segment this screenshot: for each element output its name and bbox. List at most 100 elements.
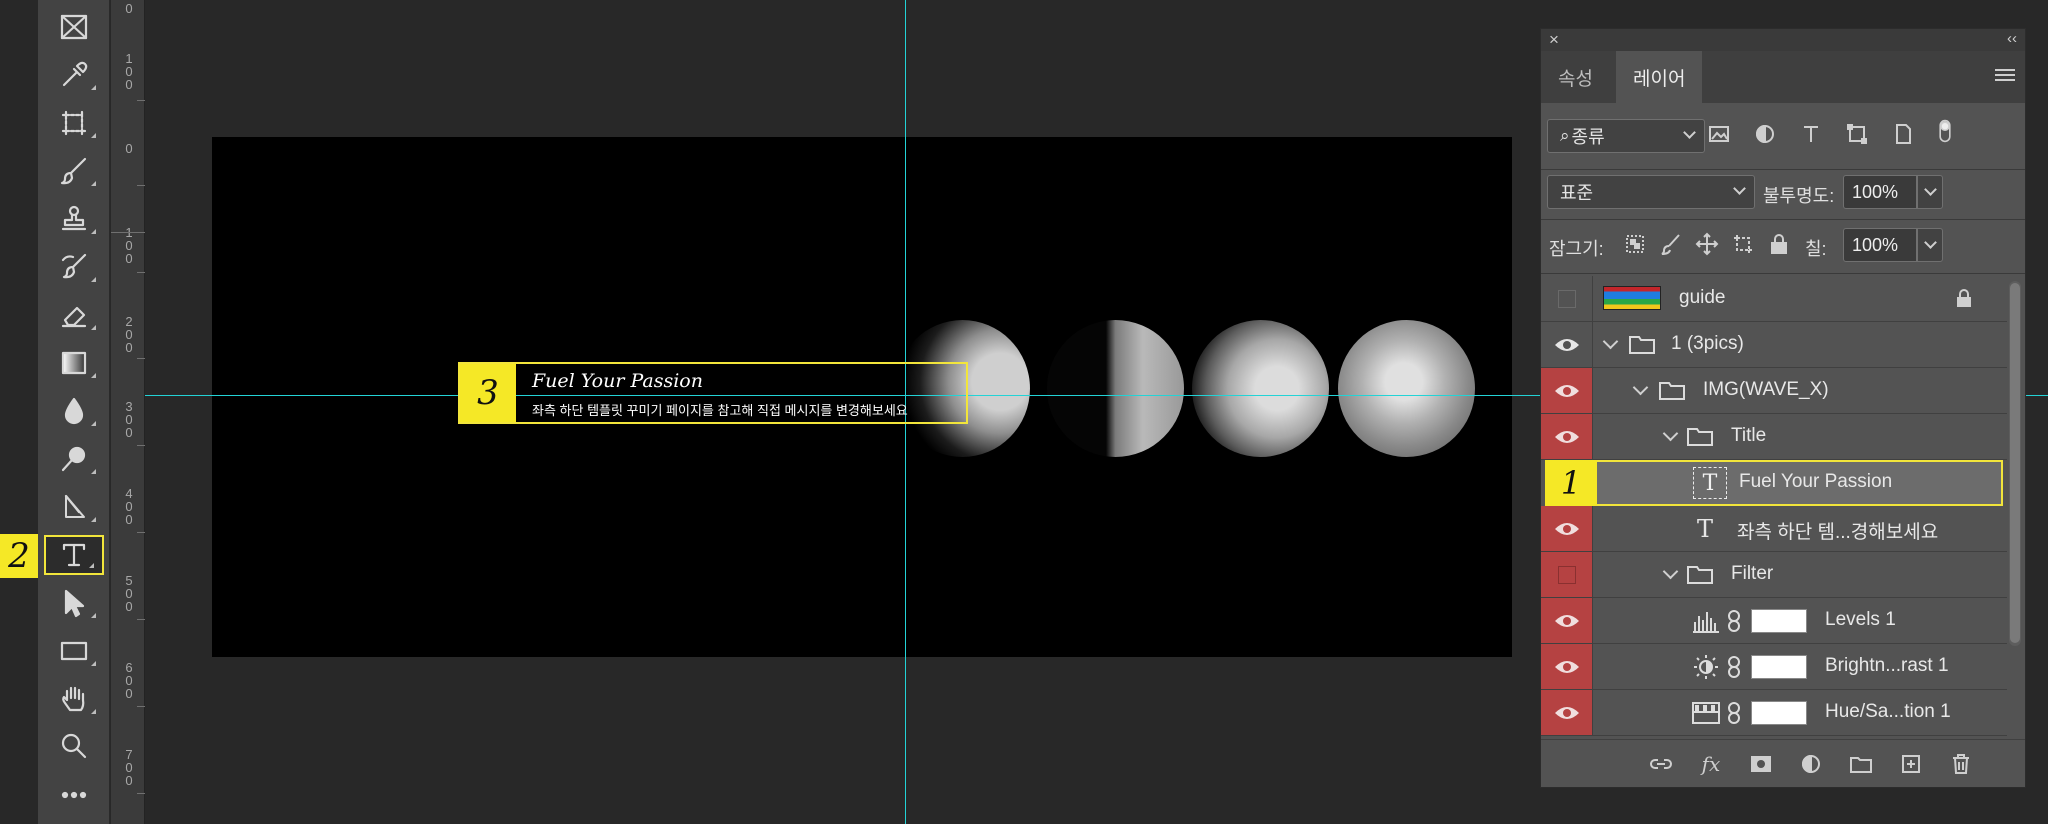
- tab-layers[interactable]: 레이어: [1616, 51, 1703, 103]
- layer-name[interactable]: 좌측 하단 템...경해보세요: [1737, 517, 1938, 544]
- canvas-title-text[interactable]: Fuel Your Passion: [532, 370, 703, 392]
- panel-header: × ‹‹: [1541, 29, 2025, 51]
- opacity-input[interactable]: 100%: [1843, 175, 1917, 209]
- layer-mask-thumbnail[interactable]: [1751, 701, 1807, 725]
- panel-menu-icon[interactable]: [1995, 69, 2015, 85]
- levels-icon: [1693, 612, 1719, 633]
- brush-tool-icon[interactable]: [44, 151, 104, 191]
- fill-input[interactable]: 100%: [1843, 228, 1917, 262]
- crop-tool-icon[interactable]: [44, 103, 104, 143]
- chevron-down-icon[interactable]: [1632, 379, 1649, 396]
- tab-properties[interactable]: 속성: [1541, 51, 1610, 103]
- chevron-down-icon[interactable]: [1662, 425, 1679, 442]
- dodge-tool-icon[interactable]: [44, 439, 104, 479]
- layers-scrollbar[interactable]: [2009, 281, 2021, 646]
- add-mask-icon[interactable]: [1747, 750, 1775, 778]
- new-group-icon[interactable]: [1847, 750, 1875, 778]
- visibility-eye-icon[interactable]: [1541, 322, 1593, 367]
- lock-all-icon[interactable]: [1765, 230, 1793, 258]
- layer-row-hue-saturation-1[interactable]: Hue/Sa...tion 1: [1541, 690, 2007, 736]
- opacity-dropdown-arrow[interactable]: [1917, 175, 1943, 209]
- fx-icon[interactable]: fx: [1697, 750, 1725, 778]
- frame-tool-icon[interactable]: [44, 7, 104, 47]
- layers-footer-toolbar: fx: [1541, 739, 2025, 787]
- visibility-eye-icon[interactable]: [1541, 414, 1593, 459]
- more-tools-icon[interactable]: [44, 775, 104, 815]
- blend-mode-dropdown[interactable]: 표준: [1547, 175, 1755, 209]
- clone-stamp-tool-icon[interactable]: [44, 199, 104, 239]
- pen-tool-icon[interactable]: [44, 487, 104, 527]
- link-icon[interactable]: [1727, 609, 1741, 633]
- link-layers-icon[interactable]: [1647, 750, 1675, 778]
- layer-name[interactable]: Filter: [1731, 563, 1773, 585]
- layer-row-levels-1[interactable]: Levels 1: [1541, 598, 2007, 644]
- layer-row-group-filter[interactable]: Filter: [1541, 552, 2007, 598]
- adjustment-filter-icon[interactable]: [1751, 120, 1779, 148]
- blur-tool-icon[interactable]: [44, 391, 104, 431]
- layer-name[interactable]: Title: [1731, 425, 1766, 447]
- history-brush-tool-icon[interactable]: [44, 247, 104, 287]
- step-badge-3: 3: [460, 364, 516, 422]
- visibility-eye-icon[interactable]: [1541, 644, 1593, 689]
- new-layer-icon[interactable]: [1897, 750, 1925, 778]
- zoom-tool-icon[interactable]: [44, 727, 104, 767]
- visibility-toggle[interactable]: [1541, 552, 1593, 597]
- visibility-eye-icon[interactable]: [1541, 368, 1593, 413]
- shape-filter-icon[interactable]: [1843, 120, 1871, 148]
- layers-panel: × ‹‹ 속성 레이어 ⌕ 종류 표준 불투명도: 100% 잠그기: 칠: 1…: [1540, 28, 2026, 788]
- lock-transparent-icon[interactable]: [1621, 230, 1649, 258]
- collapse-icon[interactable]: ‹‹: [2007, 30, 2017, 47]
- layer-row-subtitle-text[interactable]: T 좌측 하단 템...경해보세요: [1541, 506, 2007, 552]
- close-icon[interactable]: ×: [1549, 30, 1559, 50]
- layer-name[interactable]: IMG(WAVE_X): [1703, 379, 1829, 401]
- type-tool-icon[interactable]: [44, 535, 104, 575]
- canvas-subtitle-text[interactable]: 좌측 하단 템플릿 꾸미기 페이지를 참고해 직접 메시지를 변경해보세요: [532, 400, 908, 419]
- step-badge-1: 1: [1545, 460, 1597, 506]
- layer-row-fuel-your-passion[interactable]: 1 T Fuel Your Passion: [1545, 460, 2003, 506]
- adjustment-layer-icon[interactable]: [1797, 750, 1825, 778]
- layer-row-group-1-3pics[interactable]: 1 (3pics): [1541, 322, 2007, 368]
- layer-row-group-img-wave-x[interactable]: IMG(WAVE_X): [1541, 368, 2007, 414]
- title-text-selection[interactable]: 3 Fuel Your Passion 좌측 하단 템플릿 꾸미기 페이지를 참…: [458, 362, 968, 424]
- vertical-ruler: 0 1 0 0 0 1 0 0 2 0 0 3 0 0 4 0 0 5 0 0 …: [111, 0, 145, 824]
- link-icon[interactable]: [1727, 701, 1741, 725]
- delete-layer-icon[interactable]: [1947, 750, 1975, 778]
- path-selection-tool-icon[interactable]: [44, 583, 104, 623]
- panel-tabs: 속성 레이어: [1541, 51, 2025, 103]
- layer-name[interactable]: Hue/Sa...tion 1: [1825, 701, 1951, 723]
- layer-name[interactable]: guide: [1679, 287, 1726, 309]
- photoshop-workspace: 2 0 1 0 0 0 1 0 0 2 0 0 3 0 0 4 0 0 5 0 …: [0, 0, 2048, 824]
- type-filter-icon[interactable]: [1797, 120, 1825, 148]
- lock-pixels-icon[interactable]: [1657, 230, 1685, 258]
- visibility-eye-icon[interactable]: [1541, 690, 1593, 735]
- visibility-toggle[interactable]: [1541, 276, 1593, 321]
- fill-dropdown-arrow[interactable]: [1917, 228, 1943, 262]
- lock-position-icon[interactable]: [1693, 230, 1721, 258]
- visibility-eye-icon[interactable]: [1541, 506, 1593, 551]
- scrollbar-thumb[interactable]: [2010, 283, 2020, 643]
- image-filter-icon[interactable]: [1705, 120, 1733, 148]
- visibility-eye-icon[interactable]: [1541, 598, 1593, 643]
- link-icon[interactable]: [1727, 655, 1741, 679]
- layer-row-guide[interactable]: guide: [1541, 276, 2007, 322]
- hand-tool-icon[interactable]: [44, 679, 104, 719]
- smart-object-filter-icon[interactable]: [1889, 120, 1917, 148]
- layer-name[interactable]: 1 (3pics): [1671, 333, 1744, 355]
- gradient-tool-icon[interactable]: [44, 343, 104, 383]
- chevron-down-icon[interactable]: [1662, 563, 1679, 580]
- filter-toggle-icon[interactable]: [1931, 117, 1959, 145]
- layer-row-brightness-contrast-1[interactable]: Brightn...rast 1: [1541, 644, 2007, 690]
- layer-name[interactable]: Brightn...rast 1: [1825, 655, 1949, 677]
- eraser-tool-icon[interactable]: [44, 295, 104, 335]
- rectangle-tool-icon[interactable]: [44, 631, 104, 671]
- chevron-down-icon[interactable]: [1602, 333, 1619, 350]
- layer-mask-thumbnail[interactable]: [1751, 609, 1807, 633]
- layer-name[interactable]: Fuel Your Passion: [1739, 471, 1892, 493]
- ruler-label: 2 0 0: [125, 314, 133, 355]
- layer-name[interactable]: Levels 1: [1825, 609, 1896, 631]
- layer-mask-thumbnail[interactable]: [1751, 655, 1807, 679]
- lock-artboard-icon[interactable]: [1729, 230, 1757, 258]
- layer-row-group-title[interactable]: Title: [1541, 414, 2007, 460]
- filter-kind-dropdown[interactable]: ⌕ 종류: [1547, 119, 1705, 153]
- eyedropper-tool-icon[interactable]: [44, 55, 104, 95]
